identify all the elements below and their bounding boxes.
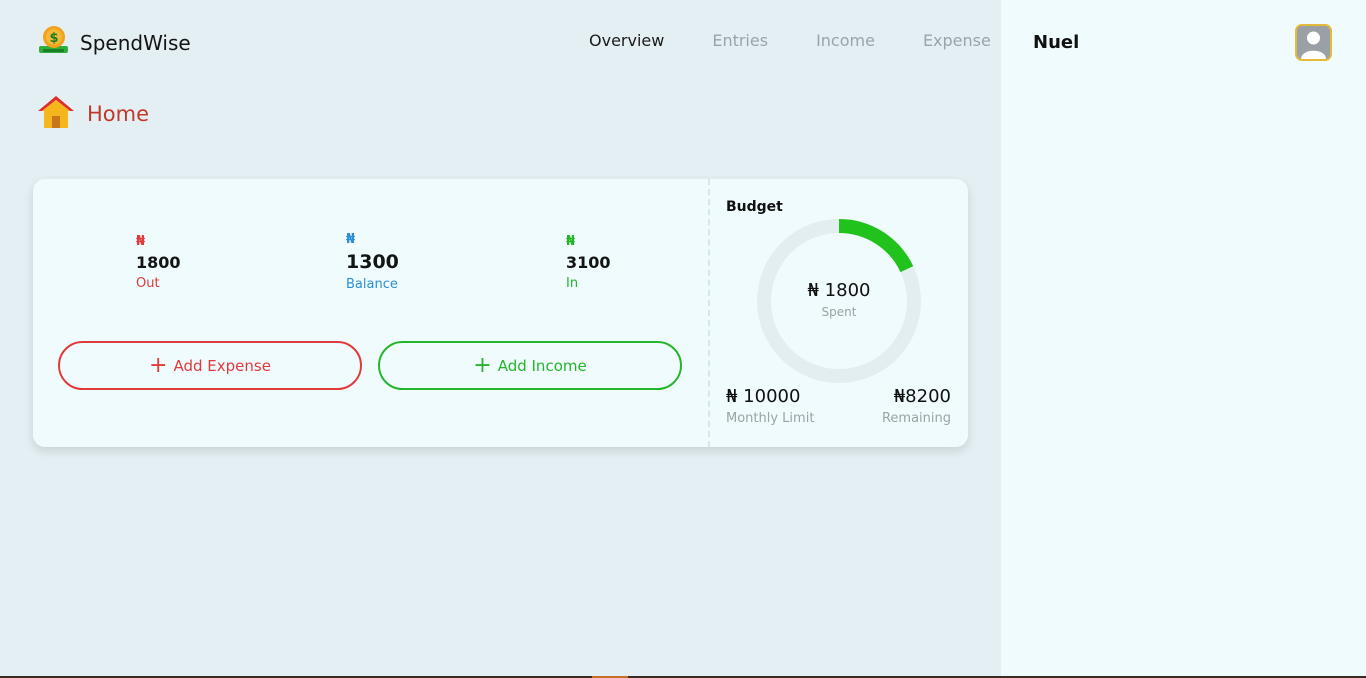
in-label: In: [566, 276, 579, 291]
remaining: ₦8200 Remaining: [882, 386, 951, 426]
currency-symbol: ₦: [346, 232, 356, 247]
stat-balance: ₦ 1300 Balance: [346, 232, 399, 292]
side-panel: [1001, 0, 1366, 678]
remaining-label: Remaining: [881, 411, 951, 426]
top-nav: Overview Entries Income Expense: [589, 31, 991, 50]
add-income-button[interactable]: + Add Income: [378, 341, 682, 390]
spent-label: Spent: [821, 305, 857, 319]
remaining-amount: ₦8200: [893, 386, 951, 407]
balance-amount: 1300: [346, 251, 399, 273]
plus-icon: +: [473, 352, 492, 378]
add-expense-button[interactable]: + Add Expense: [58, 341, 362, 390]
money-bag-icon: $: [37, 24, 70, 61]
svg-text:$: $: [49, 31, 58, 46]
balance-label: Balance: [346, 277, 398, 292]
plus-icon: +: [149, 352, 168, 378]
brand-name: SpendWise: [80, 30, 191, 55]
currency-symbol: ₦: [566, 234, 576, 249]
add-income-label: Add Income: [497, 356, 587, 375]
limit-amount: ₦ 10000: [726, 386, 801, 407]
spent-amount: ₦ 1800: [807, 280, 871, 301]
house-icon: [37, 95, 75, 133]
page-title: Home: [87, 102, 150, 126]
nav-overview[interactable]: Overview: [589, 31, 664, 50]
budget-ring-center: ₦ 1800 Spent: [755, 280, 923, 319]
summary-card: ₦ 1800 Out ₦ 1300 Balance ₦ 3100 In + Ad…: [33, 179, 968, 447]
user-icon: [1297, 26, 1330, 59]
nav-entries[interactable]: Entries: [712, 31, 768, 50]
out-amount: 1800: [136, 253, 181, 272]
limit-label: Monthly Limit: [726, 411, 815, 426]
currency-symbol: ₦: [136, 234, 146, 249]
out-label: Out: [136, 276, 160, 291]
user-name: Nuel: [1033, 32, 1080, 53]
budget-title: Budget: [726, 199, 783, 215]
nav-expense[interactable]: Expense: [923, 31, 991, 50]
card-divider: [708, 179, 710, 447]
stat-in: ₦ 3100 In: [566, 234, 611, 291]
add-expense-label: Add Expense: [173, 356, 271, 375]
avatar[interactable]: [1295, 24, 1332, 61]
page-heading: Home: [37, 95, 149, 133]
monthly-limit: ₦ 10000 Monthly Limit: [726, 386, 814, 426]
stat-out: ₦ 1800 Out: [136, 234, 181, 291]
in-amount: 3100: [566, 253, 611, 272]
brand[interactable]: $ SpendWise: [37, 24, 191, 61]
nav-income[interactable]: Income: [816, 31, 875, 50]
